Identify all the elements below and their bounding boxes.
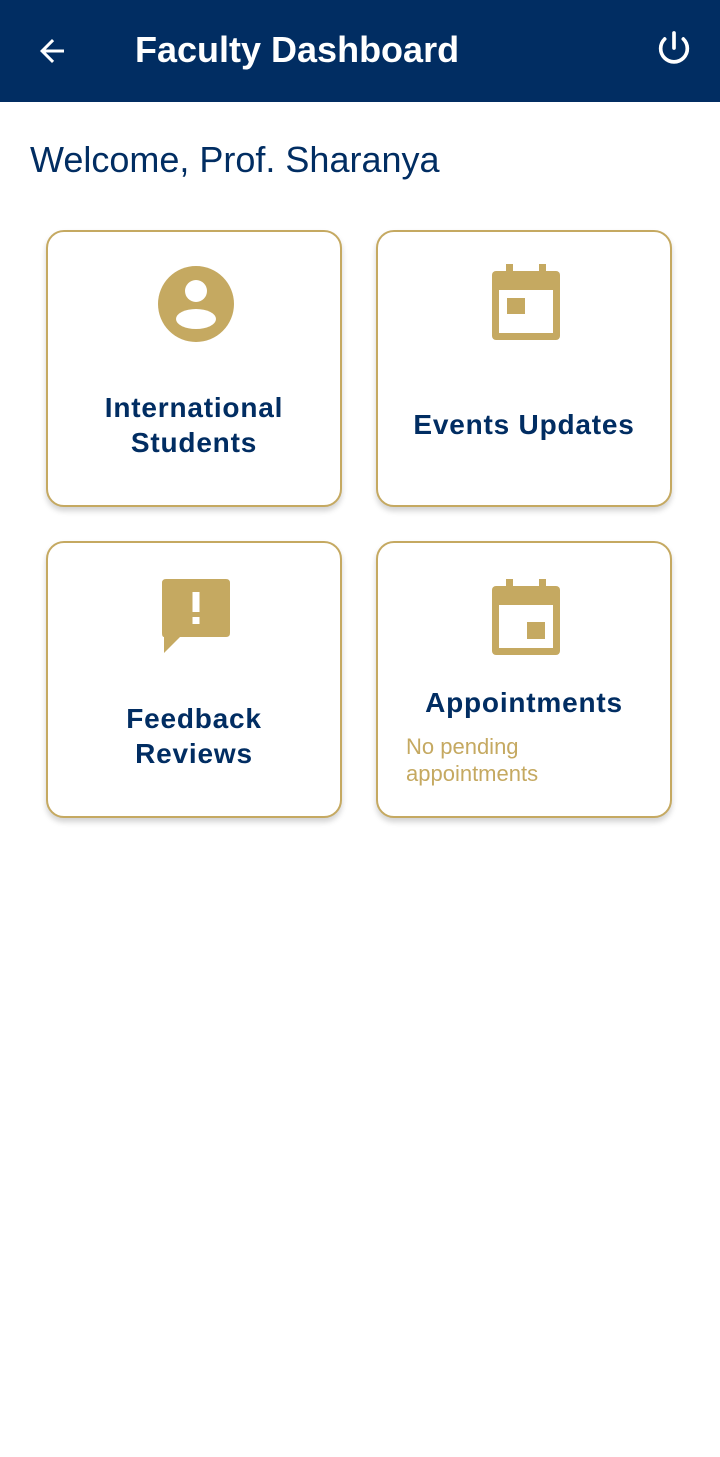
logout-button[interactable] [644,18,704,78]
calendar-event-icon [486,262,566,342]
welcome-message: Welcome, Prof. Sharanya [30,139,440,180]
feedback-reviews-card[interactable]: Feedback Reviews [46,541,342,818]
account-circle-icon [156,264,236,344]
power-icon [658,31,690,64]
appointments-card[interactable]: Appointments No pending appointments [376,541,672,818]
card-label: International Students [48,390,340,460]
feedback-icon [156,575,236,655]
card-label-line: Feedback [126,703,262,734]
back-button[interactable] [22,21,82,81]
calendar-icon [486,577,566,657]
status-line: No pending [406,734,519,759]
card-label: Appointments [425,687,623,718]
card-label-line: Students [130,427,258,458]
app-bar: Faculty Dashboard [0,0,720,102]
card-label-line: Reviews [135,738,253,769]
card-label-line: International [104,392,284,423]
international-students-card[interactable]: International Students [46,230,342,507]
arrow-left-icon [40,39,64,63]
card-label: Feedback Reviews [48,701,340,771]
card-label: Events Updates [413,409,635,440]
page-title: Faculty Dashboard [135,29,460,70]
status-line: appointments [406,761,539,786]
events-updates-card[interactable]: Events Updates [376,230,672,507]
appointments-status-text: No pending appointments [406,733,646,787]
